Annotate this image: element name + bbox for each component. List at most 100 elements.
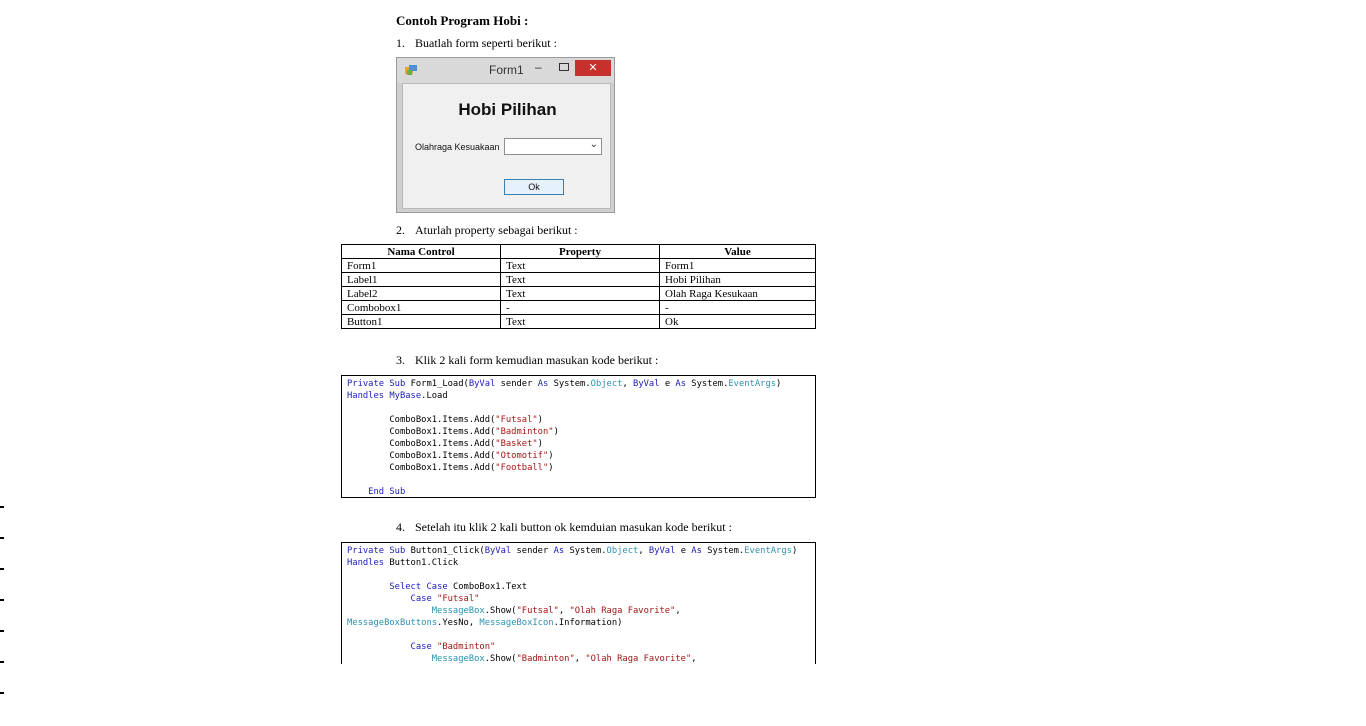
code-token: ComboBox1.Items.Add( bbox=[347, 451, 496, 461]
code-token: Object bbox=[590, 379, 623, 389]
code-token: ) bbox=[791, 546, 798, 556]
code-token: Handles bbox=[347, 558, 390, 568]
step-number: 1. bbox=[396, 36, 405, 50]
step-number: 3. bbox=[396, 353, 405, 367]
step-text: Aturlah property sebagai berikut : bbox=[415, 223, 578, 237]
code-token: ) bbox=[537, 415, 543, 425]
code-token: ByVal bbox=[468, 379, 501, 389]
step-4: 4. Setelah itu klik 2 kali button ok kemd… bbox=[396, 520, 732, 535]
code-token: System. bbox=[553, 379, 591, 389]
code-token: ByVal bbox=[648, 546, 681, 556]
table-cell: - bbox=[659, 300, 816, 315]
step-text: Setelah itu klik 2 kali button ok kemdui… bbox=[415, 520, 732, 534]
code-token: ByVal bbox=[484, 546, 517, 556]
margin-mark bbox=[0, 661, 4, 663]
code-token: Case bbox=[347, 594, 438, 604]
code-line: End Sub bbox=[347, 486, 815, 497]
code-token: MessageBox bbox=[347, 654, 485, 664]
code-token: .YesNo, bbox=[437, 618, 480, 628]
margin-mark bbox=[0, 692, 4, 694]
code-line: Case "Futsal" bbox=[347, 593, 815, 605]
table-cell: Form1 bbox=[341, 258, 501, 273]
table-cell: Text bbox=[500, 258, 660, 273]
code-token: MyBase bbox=[389, 391, 422, 401]
code-token: "Football" bbox=[495, 463, 549, 473]
code-token: As bbox=[537, 379, 554, 389]
code-token: , bbox=[574, 654, 586, 664]
code-token: "Olah Raga Favorite" bbox=[585, 654, 692, 664]
code-token: .Show( bbox=[484, 606, 517, 616]
margin-mark bbox=[0, 599, 4, 601]
code-token: As bbox=[691, 546, 708, 556]
table-row: Label2 Text Olah Raga Kesukaan bbox=[341, 286, 816, 301]
code-token: "Badminton" bbox=[516, 654, 575, 664]
code-token: "Basket" bbox=[495, 439, 538, 449]
table-cell: Combobox1 bbox=[341, 300, 501, 315]
app-window-icon bbox=[405, 65, 417, 75]
form-client-area: Hobi Pilihan Olahraga Kesuakaan ⌄ Ok bbox=[402, 83, 611, 209]
code-token: ) bbox=[548, 451, 554, 461]
code-token: System. bbox=[707, 546, 745, 556]
step-number: 4. bbox=[396, 520, 405, 534]
code-token: MessageBox bbox=[347, 606, 485, 616]
header-cell: Nama Control bbox=[341, 244, 501, 259]
code-token: ) bbox=[548, 463, 554, 473]
code-token: ComboBox1.Items.Add( bbox=[347, 415, 496, 425]
code-token: Button1.Click bbox=[389, 558, 459, 568]
code-token: , bbox=[691, 654, 697, 664]
code-line: MessageBoxButtons.YesNo, MessageBoxIcon.… bbox=[347, 617, 815, 629]
code-line: MessageBox.Show("Futsal", "Olah Raga Fav… bbox=[347, 605, 815, 617]
step-text: Buatlah form seperti berikut : bbox=[415, 36, 557, 50]
step-2: 2. Aturlah property sebagai berikut : bbox=[396, 223, 578, 238]
table-cell: Text bbox=[500, 272, 660, 287]
code-token: Button1_Click( bbox=[410, 546, 485, 556]
table-cell: Ok bbox=[659, 314, 816, 329]
code-line: ComboBox1.Items.Add("Basket") bbox=[347, 438, 815, 450]
code-line: Handles Button1.Click bbox=[347, 557, 815, 569]
code-token: , bbox=[622, 379, 634, 389]
code-token: ComboBox1.Items.Add( bbox=[347, 427, 496, 437]
code-token: "Futsal" bbox=[437, 594, 480, 604]
code-token: sender bbox=[500, 379, 538, 389]
code-token: ) bbox=[553, 427, 559, 437]
document-title: Contoh Program Hobi : bbox=[396, 13, 529, 28]
code-token: Select Case bbox=[347, 582, 453, 592]
margin-mark bbox=[0, 506, 4, 508]
maximize-button[interactable] bbox=[559, 63, 569, 71]
form-preview: Form1 – ✕ Hobi Pilihan Olahraga Kesuakaa… bbox=[396, 57, 615, 213]
code-token: "Futsal" bbox=[495, 415, 538, 425]
close-button[interactable]: ✕ bbox=[575, 60, 611, 76]
code-line: Case "Badminton" bbox=[347, 641, 815, 653]
table-row: Button1 Text Ok bbox=[341, 314, 816, 329]
code-token: MessageBoxIcon bbox=[479, 618, 554, 628]
step-text: Klik 2 kali form kemudian masukan kode b… bbox=[415, 353, 659, 367]
code-line: Handles MyBase.Load bbox=[347, 390, 815, 402]
code-line: Private Sub Form1_Load(ByVal sender As S… bbox=[347, 378, 815, 390]
code-line: Private Sub Button1_Click(ByVal sender A… bbox=[347, 545, 815, 557]
table-cell: Hobi Pilihan bbox=[659, 272, 816, 287]
code-token: End Sub bbox=[347, 487, 406, 497]
code-token: ComboBox1.Items.Add( bbox=[347, 439, 496, 449]
code-token: e bbox=[664, 379, 676, 389]
table-cell: Olah Raga Kesukaan bbox=[659, 286, 816, 301]
table-cell: - bbox=[500, 300, 660, 315]
code-line: ComboBox1.Items.Add("Badminton") bbox=[347, 426, 815, 438]
ok-button[interactable]: Ok bbox=[504, 179, 564, 195]
code-line: ComboBox1.Items.Add("Futsal") bbox=[347, 414, 815, 426]
sport-combobox[interactable]: ⌄ bbox=[504, 138, 602, 155]
header-cell: Value bbox=[659, 244, 816, 259]
code-token: , bbox=[675, 606, 681, 616]
code-token: ) bbox=[537, 439, 543, 449]
code-token: "Otomotif" bbox=[495, 451, 549, 461]
table-cell: Text bbox=[500, 286, 660, 301]
code-line: MessageBox.Show("Badminton", "Olah Raga … bbox=[347, 653, 815, 664]
step-number: 2. bbox=[396, 223, 405, 237]
code-token: As bbox=[675, 379, 692, 389]
minimize-button[interactable]: – bbox=[535, 60, 542, 74]
code-token: Private Sub bbox=[347, 546, 411, 556]
code-token: ComboBox1.Items.Add( bbox=[347, 463, 496, 473]
code-token: "Futsal" bbox=[516, 606, 559, 616]
